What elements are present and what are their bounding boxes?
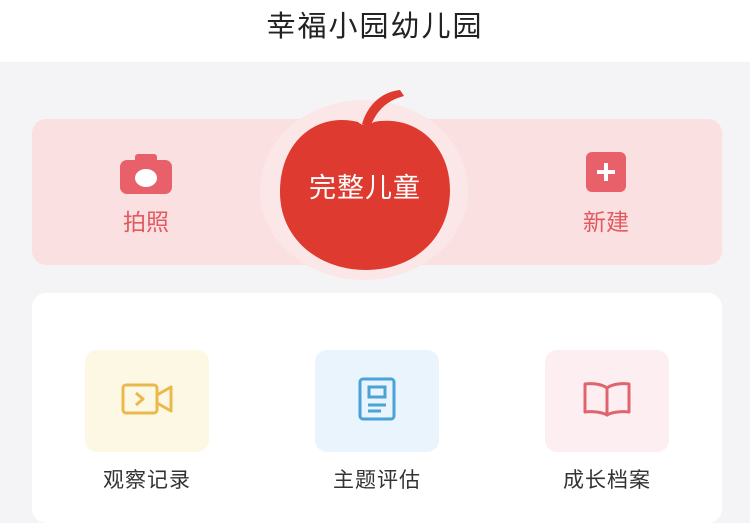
take-photo-label: 拍照: [123, 210, 169, 236]
growth-archive-button[interactable]: 成长档案: [542, 350, 672, 494]
plus-square-icon: [580, 152, 632, 194]
document-icon: [357, 376, 397, 426]
page-title: 幸福小园幼儿园: [266, 9, 484, 43]
app-header: 幸福小园幼儿园: [0, 0, 750, 62]
video-camera-icon: [121, 382, 173, 420]
book-icon: [582, 380, 632, 422]
observation-record-button[interactable]: 观察记录: [82, 350, 212, 494]
theme-assessment-button[interactable]: 主题评估: [312, 350, 442, 494]
whole-child-label: 完整儿童: [309, 173, 421, 204]
whole-child-button[interactable]: 完整儿童: [258, 82, 472, 282]
observation-record-tile: [85, 350, 209, 452]
take-photo-button[interactable]: 拍照: [106, 152, 186, 238]
new-button[interactable]: 新建: [566, 152, 646, 238]
theme-assessment-tile: [315, 350, 439, 452]
theme-assessment-label: 主题评估: [333, 468, 421, 492]
new-label: 新建: [583, 210, 629, 236]
growth-archive-label: 成长档案: [563, 468, 651, 492]
camera-icon: [120, 152, 172, 194]
growth-archive-tile: [545, 350, 669, 452]
observation-record-label: 观察记录: [103, 468, 191, 492]
